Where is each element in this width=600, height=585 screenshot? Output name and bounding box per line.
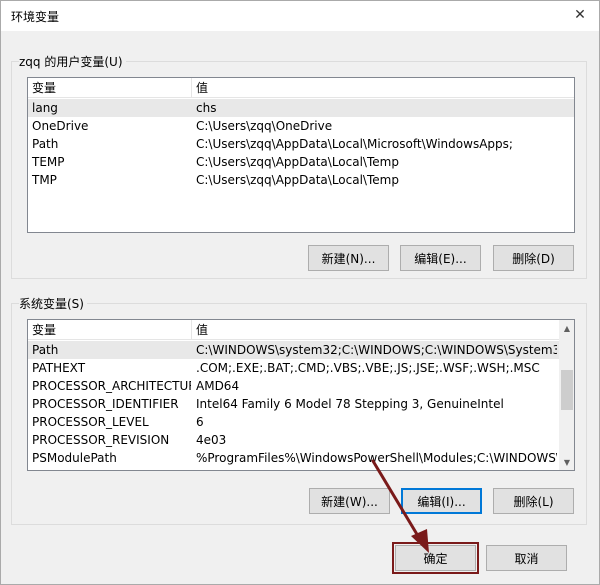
table-row[interactable]: PROCESSOR_LEVEL 6 [28,413,559,431]
variable-value: 4e03 [196,433,227,447]
table-row[interactable]: Path C:\Users\zqq\AppData\Local\Microsoft… [28,135,574,153]
table-row[interactable]: TMP C:\Users\zqq\AppData\Local\Temp [28,171,574,189]
variable-name: PROCESSOR_REVISION [32,433,170,447]
system-list-header: 变量 值 [28,320,559,340]
cancel-button[interactable]: 取消 [486,545,567,571]
variable-value: C:\Users\zqq\OneDrive [196,119,333,133]
table-row[interactable]: PROCESSOR_REVISION 4e03 [28,431,559,449]
variable-value: C:\Users\zqq\AppData\Local\Microsoft\Win… [196,137,513,151]
column-header-value[interactable]: 值 [192,320,558,340]
environment-variables-dialog: 环境变量 ✕ zqq 的用户变量(U) 变量 值 lang chs OneDrive… [0,0,600,585]
table-row[interactable]: RTG_D_LICENSE_FILEF:\LICENSE\RTG_D_SSQ.d… [28,467,559,470]
variable-value: .COM;.EXE;.BAT;.CMD;.VBS;.VBE;.JS;.JSE;.… [196,361,540,375]
table-row[interactable]: PSModulePath %ProgramFiles%\WindowsPowerS… [28,449,559,467]
system-variables-list[interactable]: 变量 值 ▲ ▼ Path C:\WINDOWS\system32;C:\WIND… [27,319,575,471]
system-list-scrollbar[interactable]: ▲ ▼ [559,320,574,470]
variable-name: OneDrive [32,119,89,133]
column-header-value[interactable]: 值 [192,78,572,98]
user-list-header: 变量 值 [28,78,574,98]
table-row[interactable]: PROCESSOR_IDENTIFIER Intel64 Family 6 Mod… [28,395,559,413]
table-row[interactable]: OneDrive C:\Users\zqq\OneDrive [28,117,574,135]
table-row[interactable]: PROCESSOR_ARCHITECTURE AMD64 [28,377,559,395]
variable-name: PROCESSOR_LEVEL [32,415,149,429]
variable-name: PROCESSOR_IDENTIFIER [32,397,179,411]
variable-value: C:\WINDOWS\system32;C:\WINDOWS;C:\WINDOW… [196,343,557,357]
system-variables-label: 系统变量(S) [19,295,87,312]
user-variables-list[interactable]: 变量 值 lang chs OneDrive C:\Users\zqq\OneDriv… [27,77,575,233]
variable-value: C:\Users\zqq\AppData\Local\Temp [196,155,399,169]
variable-name: RTG_D_LICENSE_FILE [28,467,191,470]
variable-name: TMP [32,173,57,187]
scroll-down-icon[interactable]: ▼ [559,454,574,470]
column-header-variable[interactable]: 变量 [28,78,191,98]
variable-value: chs [196,101,217,115]
ok-button[interactable]: 确定 [392,542,479,574]
scroll-thumb[interactable] [561,370,573,410]
variable-name: lang [32,101,58,115]
user-variables-label: zqq 的用户变量(U) [19,53,126,70]
variable-name: Path [32,343,59,357]
system-delete-button[interactable]: 删除(L) [493,488,574,514]
variable-value: %ProgramFiles%\WindowsPowerShell\Modules… [196,451,557,465]
window-title: 环境变量 [11,10,60,24]
variable-value: F:\LICENSE\RTG_D_SSQ.dat [192,467,557,470]
variable-value: 6 [196,415,204,429]
variable-name: TEMP [32,155,65,169]
user-new-button[interactable]: 新建(N)... [308,245,389,271]
variable-value: Intel64 Family 6 Model 78 Stepping 3, Ge… [196,397,504,411]
variable-name: PSModulePath [32,451,117,465]
variable-value: C:\Users\zqq\AppData\Local\Temp [196,173,399,187]
table-row[interactable]: lang chs [28,99,574,117]
table-row[interactable]: PATHEXT .COM;.EXE;.BAT;.CMD;.VBS;.VBE;.JS… [28,359,559,377]
table-row[interactable]: TEMP C:\Users\zqq\AppData\Local\Temp [28,153,574,171]
variable-value: AMD64 [196,379,240,393]
title-bar: 环境变量 ✕ [1,1,599,31]
close-button[interactable]: ✕ [567,3,593,27]
system-edit-button[interactable]: 编辑(I)... [401,488,482,514]
user-delete-button[interactable]: 删除(D) [493,245,574,271]
variable-name: Path [32,137,59,151]
user-edit-button[interactable]: 编辑(E)... [400,245,481,271]
scroll-up-icon[interactable]: ▲ [559,320,574,336]
variable-name: PROCESSOR_ARCHITECTURE [32,379,191,393]
close-icon: ✕ [574,7,586,23]
variable-name: PATHEXT [32,361,86,375]
column-header-variable[interactable]: 变量 [28,320,191,340]
table-row[interactable]: Path C:\WINDOWS\system32;C:\WINDOWS;C:\WI… [28,341,559,359]
system-new-button[interactable]: 新建(W)... [309,488,390,514]
